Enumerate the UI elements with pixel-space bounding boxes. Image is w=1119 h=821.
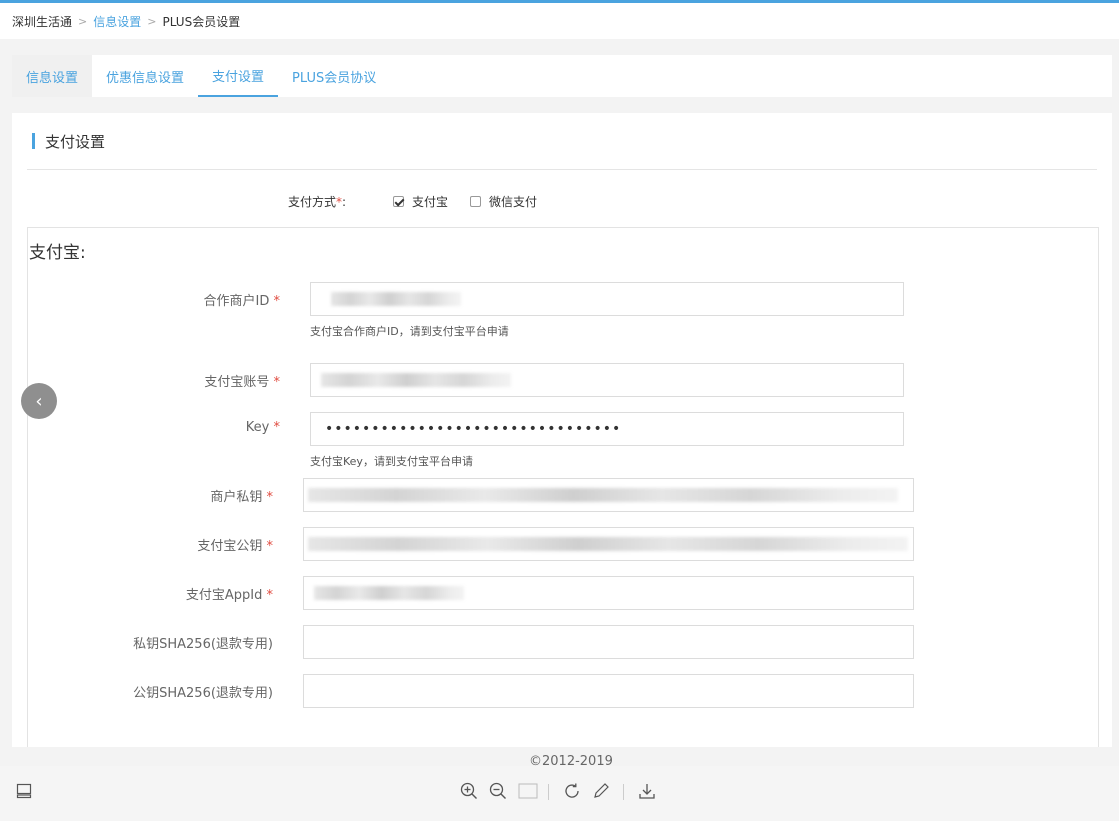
alipay-checkbox[interactable]: 支付宝 <box>393 193 448 210</box>
redacted-value <box>314 586 464 600</box>
key-masked-value: •••••••••••••••••••••••••••••••• <box>325 421 622 437</box>
image-viewer-toolbar <box>0 766 1119 821</box>
tab-payment-settings[interactable]: 支付设置 <box>198 55 279 97</box>
divider <box>27 169 1097 170</box>
breadcrumb-current: PLUS会员设置 <box>162 14 241 29</box>
public-sha256-label: 公钥SHA256(退款专用) <box>133 686 273 701</box>
checkbox-checked-icon[interactable] <box>393 196 404 207</box>
breadcrumb: 深圳生活通 > 信息设置 > PLUS会员设置 <box>0 3 1119 39</box>
tab-bar: 信息设置 优惠信息设置 支付设置 PLUS会员协议 <box>12 55 1112 97</box>
breadcrumb-separator: > <box>78 14 88 28</box>
partner-id-input[interactable] <box>310 282 904 316</box>
key-input[interactable]: •••••••••••••••••••••••••••••••• <box>310 412 904 446</box>
alipay-settings-box: 支付宝: 合作商户ID * 支付宝合作商户ID，请到支付宝平台申请 支付宝账号 … <box>27 227 1099 757</box>
breadcrumb-separator: > <box>147 14 157 28</box>
merchant-private-key-label: 商户私钥 * <box>210 490 273 505</box>
wechat-pay-checkbox-label: 微信支付 <box>489 195 538 209</box>
private-sha256-label: 私钥SHA256(退款专用) <box>133 637 273 652</box>
alipay-appid-input[interactable] <box>303 576 914 610</box>
partner-id-hint: 支付宝合作商户ID，请到支付宝平台申请 <box>310 325 509 338</box>
alipay-public-key-input[interactable] <box>303 527 914 561</box>
private-sha256-input[interactable] <box>303 625 914 659</box>
redacted-value <box>308 488 898 502</box>
merchant-private-key-input[interactable] <box>303 478 914 512</box>
redacted-value <box>331 292 461 306</box>
previous-image-button[interactable]: ‹ <box>21 383 57 419</box>
toolbar-separator <box>548 784 549 800</box>
chevron-left-icon: ‹ <box>35 390 43 412</box>
pay-mode-label: 支付方式*: <box>288 195 347 209</box>
key-label: Key * <box>245 420 280 435</box>
section-title: 支付设置 <box>32 131 105 151</box>
alipay-section-title: 支付宝: <box>29 243 86 263</box>
redacted-value <box>308 537 908 551</box>
tab-info-settings[interactable]: 信息设置 <box>12 55 93 97</box>
layout-icon[interactable] <box>13 780 35 802</box>
alipay-appid-label: 支付宝AppId * <box>185 588 273 603</box>
checkbox-unchecked-icon[interactable] <box>470 196 481 207</box>
toolbar-separator <box>623 784 624 800</box>
rotate-icon[interactable] <box>561 780 583 802</box>
wechat-pay-checkbox[interactable]: 微信支付 <box>470 193 537 210</box>
alipay-checkbox-label: 支付宝 <box>412 195 449 209</box>
zoom-in-icon[interactable] <box>458 780 480 802</box>
alipay-public-key-label: 支付宝公钥 * <box>197 539 273 554</box>
tab-discount-settings[interactable]: 优惠信息设置 <box>92 55 198 97</box>
public-sha256-input[interactable] <box>303 674 914 708</box>
download-icon[interactable] <box>636 780 658 802</box>
alipay-account-input[interactable] <box>310 363 904 397</box>
actual-size-icon[interactable] <box>517 780 539 802</box>
redacted-value <box>321 373 511 387</box>
title-accent-bar <box>32 133 35 149</box>
section-title-text: 支付设置 <box>45 132 106 151</box>
key-hint: 支付宝Key，请到支付宝平台申请 <box>310 455 473 468</box>
settings-panel: 支付设置 支付方式*: 支付宝 微信支付 支付宝: 合作商户ID * 支付宝合作… <box>12 113 1112 757</box>
edit-icon[interactable] <box>590 780 612 802</box>
tab-plus-agreement[interactable]: PLUS会员协议 <box>278 55 390 97</box>
partner-id-label: 合作商户ID * <box>203 294 281 309</box>
zoom-out-icon[interactable] <box>487 780 509 802</box>
breadcrumb-info-settings[interactable]: 信息设置 <box>93 13 141 30</box>
breadcrumb-home[interactable]: 深圳生活通 <box>12 13 72 30</box>
alipay-account-label: 支付宝账号 * <box>204 375 280 390</box>
